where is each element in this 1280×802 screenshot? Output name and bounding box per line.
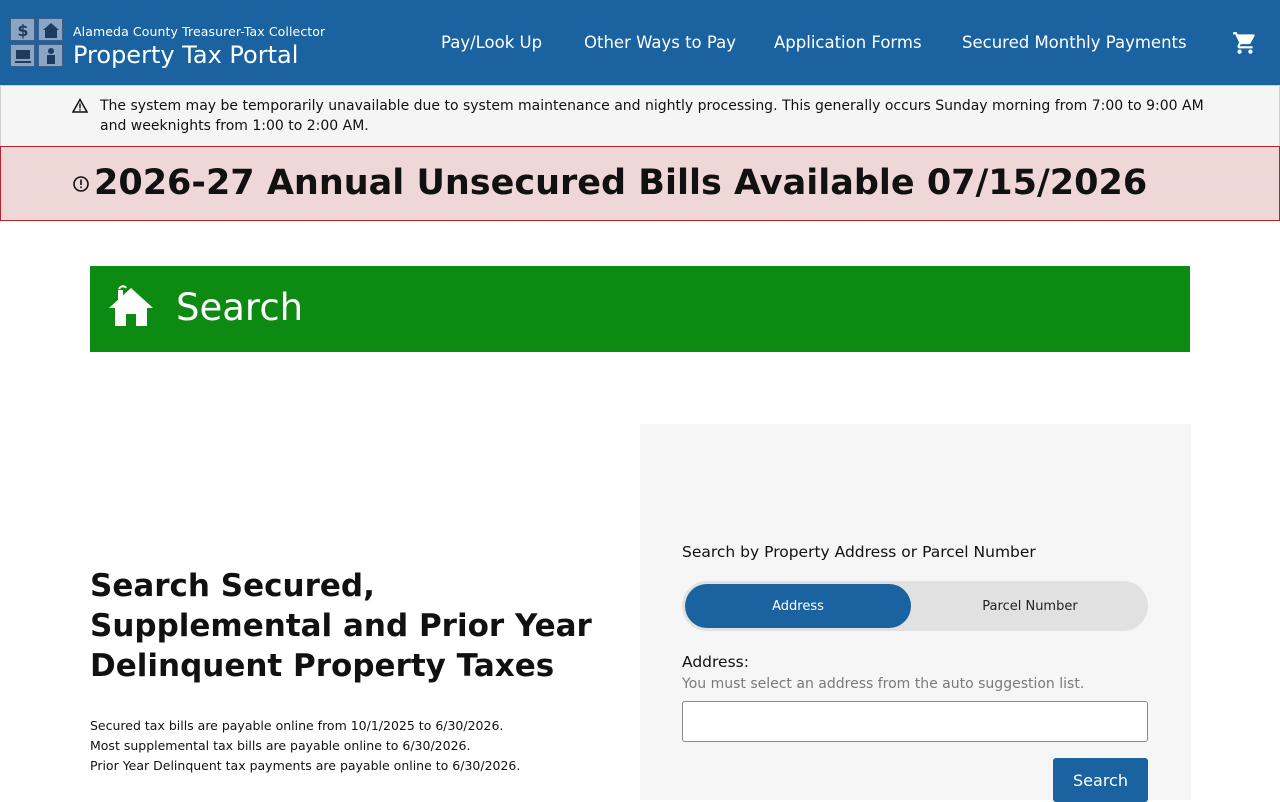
house-icon: [38, 18, 63, 41]
alert-banner: 2026-27 Annual Unsecured Bills Available…: [0, 146, 1280, 221]
nav-other-ways-to-pay[interactable]: Other Ways to Pay: [584, 33, 736, 52]
search-banner: Search: [90, 266, 1190, 352]
maintenance-text: The system may be temporarily unavailabl…: [100, 98, 1204, 134]
svg-text:$: $: [17, 21, 28, 40]
org-name: Alameda County Treasurer-Tax Collector: [73, 24, 326, 39]
note-secured: Secured tax bills are payable online fro…: [90, 718, 504, 733]
intro-heading: Search Secured, Supplemental and Prior Y…: [90, 568, 592, 684]
maintenance-notice: The system may be temporarily unavailabl…: [0, 85, 1280, 147]
search-banner-title: Search: [176, 286, 304, 329]
site-logo[interactable]: $: [10, 18, 63, 67]
note-supplemental: Most supplemental tax bills are payable …: [90, 738, 471, 753]
shopping-cart-icon[interactable]: [1232, 30, 1258, 56]
address-input[interactable]: [682, 701, 1148, 742]
toggle-address[interactable]: Address: [685, 584, 911, 628]
portal-title[interactable]: Property Tax Portal: [73, 41, 298, 69]
address-label: Address:: [682, 653, 749, 671]
search-button[interactable]: Search: [1053, 758, 1148, 802]
search-panel-label: Search by Property Address or Parcel Num…: [682, 543, 1036, 561]
search-panel: Search by Property Address or Parcel Num…: [640, 424, 1191, 802]
home-icon: [107, 284, 155, 330]
nav-application-forms[interactable]: Application Forms: [774, 33, 922, 52]
person-icon: [38, 44, 63, 67]
computer-icon: [10, 44, 35, 67]
search-mode-toggle: Address Parcel Number: [682, 581, 1148, 631]
alert-text: 2026-27 Annual Unsecured Bills Available…: [94, 163, 1148, 203]
nav-pay-look-up[interactable]: Pay/Look Up: [441, 33, 542, 52]
exclamation-circle-icon: [72, 175, 90, 193]
address-hint: You must select an address from the auto…: [682, 676, 1085, 692]
note-prior-year-delinquent: Prior Year Delinquent tax payments are p…: [90, 758, 521, 773]
site-header: $ Alameda County Treasurer-Tax Collector…: [0, 0, 1280, 85]
warning-icon: [71, 97, 89, 114]
toggle-parcel-number[interactable]: Parcel Number: [915, 584, 1145, 628]
intro-notes: Secured tax bills are payable online fro…: [90, 716, 520, 776]
dollar-icon: $: [10, 18, 35, 41]
nav-secured-monthly-payments[interactable]: Secured Monthly Payments: [962, 33, 1187, 52]
